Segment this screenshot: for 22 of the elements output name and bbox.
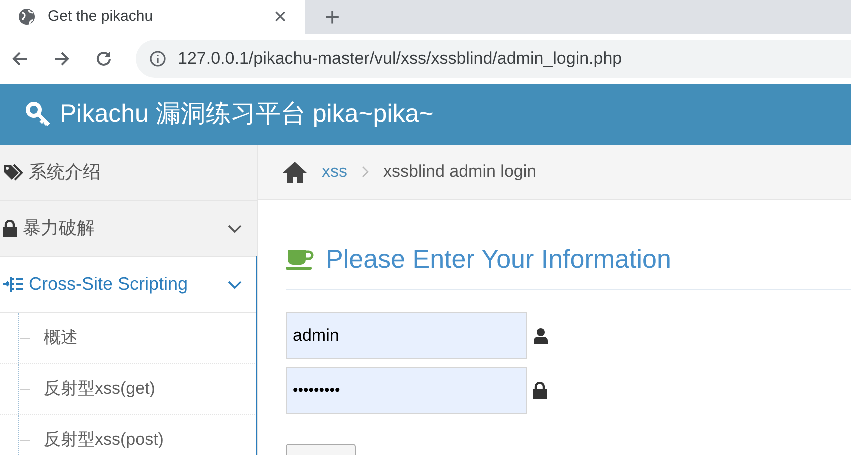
- sidebar-item[interactable]: 系统介绍: [0, 145, 257, 201]
- submenu-label: 反射型xss(get): [44, 378, 156, 400]
- breadcrumb-link[interactable]: xss: [322, 159, 348, 185]
- submenu-item[interactable]: 概述: [0, 313, 257, 364]
- sidebar-item-label: 暴力破解: [23, 217, 96, 240]
- close-tab-button[interactable]: ×: [274, 6, 287, 28]
- sidebar-item-label: Cross-Site Scripting: [29, 273, 190, 296]
- submenu-item[interactable]: 反射型xss(get): [0, 364, 257, 415]
- submenu-label: 概述: [44, 327, 78, 350]
- address-bar[interactable]: 127.0.0.1/pikachu-master/vul/xss/xssblind/admin_login.php: [136, 40, 851, 78]
- browser-tab[interactable]: Get the pikachu ×: [0, 0, 305, 34]
- site-title: Pikachu 漏洞练习平台 pika~pika~: [60, 98, 434, 130]
- password-field[interactable]: •••••••••: [286, 367, 527, 414]
- sidebar-item[interactable]: 暴力破解: [0, 201, 257, 257]
- url-text: 127.0.0.1/pikachu-master/vul/xss/xssblind/admin_login.php: [178, 48, 622, 70]
- form-heading: Please Enter Your Information: [326, 243, 672, 276]
- breadcrumb-current: xssblind admin login: [384, 161, 537, 184]
- sidebar-item-label: 系统介绍: [29, 161, 102, 184]
- tab-title: Get the pikachu: [48, 6, 154, 27]
- submenu-label: 反射型xss(post): [44, 429, 164, 452]
- new-tab-button[interactable]: +: [325, 4, 340, 30]
- username-field[interactable]: admin: [286, 312, 527, 359]
